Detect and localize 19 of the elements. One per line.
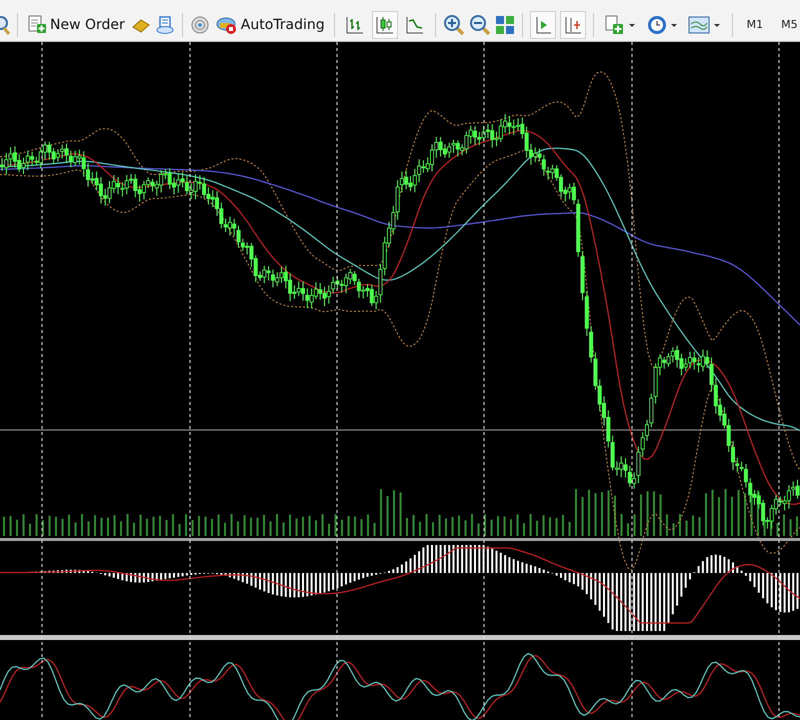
signal-icon[interactable] [190,14,210,34]
chart-shift-button[interactable] [560,10,586,38]
cloud-server-icon[interactable] [154,14,175,34]
document-plus-icon [27,14,47,34]
tile-windows-icon[interactable] [494,14,515,34]
candlestick-chart-button[interactable] [372,10,398,38]
auto-scroll-button[interactable] [530,10,556,38]
new-order-button[interactable]: New Order [25,10,127,38]
shift-axis-icon [562,14,583,34]
line-chart-icon [404,14,425,34]
candlestick-icon [374,14,395,34]
bar-chart-icon [344,14,365,34]
timeframe-button[interactable]: M5 [774,15,800,34]
timeframe-button[interactable]: M1 [740,15,770,34]
zoom-in-icon[interactable] [442,14,465,36]
auto-trading-button[interactable]: AutoTrading [214,10,327,38]
zoom-icon[interactable] [0,14,10,36]
zoom-out-icon[interactable] [468,14,491,36]
robot-stop-icon [216,14,238,34]
